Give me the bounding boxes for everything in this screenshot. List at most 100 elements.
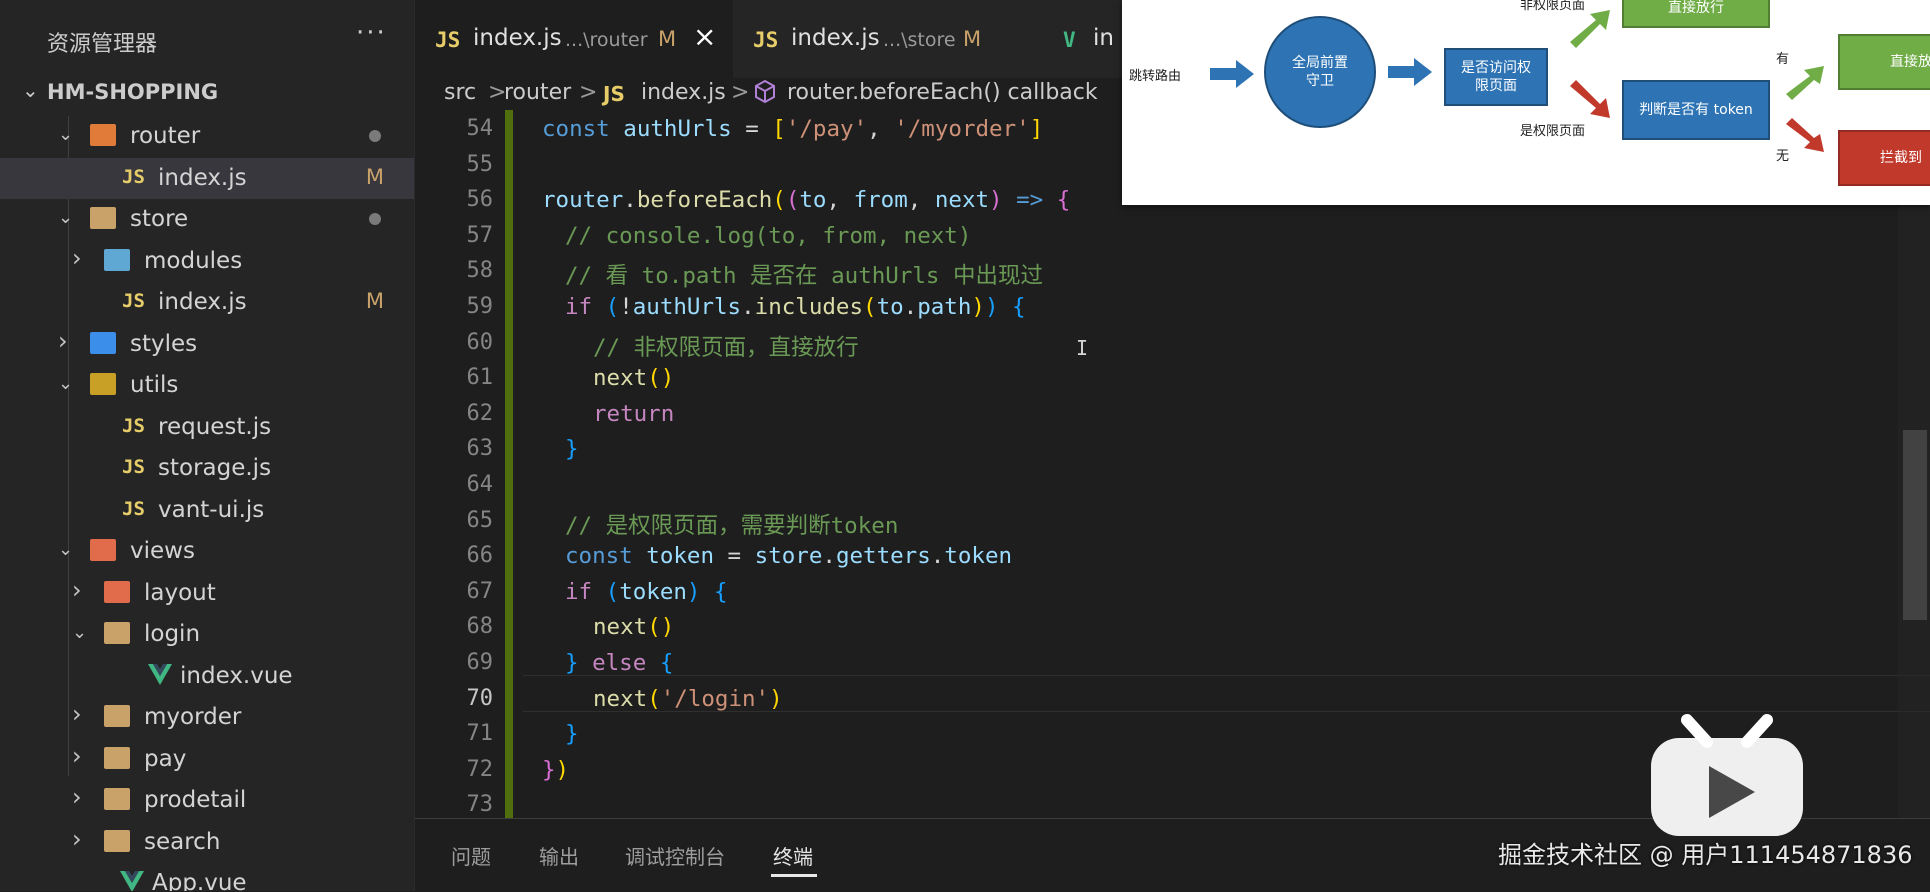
scrollbar-thumb[interactable]: [1903, 430, 1927, 620]
code-text: const token = store.getters.token: [565, 543, 1013, 570]
line-number: 69: [466, 650, 494, 675]
file-tree: ⌄ router JS index.js M ⌄ store › modules JS index.…: [0, 116, 414, 891]
tree-item-layout[interactable]: › layout: [0, 573, 414, 615]
flow-node-guard: 全局前置守卫: [1264, 16, 1376, 128]
tree-item-label: styles: [130, 330, 198, 357]
folder-icon: [104, 580, 130, 603]
tree-item-request-js[interactable]: JS request.js: [0, 407, 414, 449]
tree-item-label: pay: [144, 745, 187, 772]
chevron-right-icon[interactable]: ›: [72, 783, 82, 811]
close-tab-icon[interactable]: ×: [693, 20, 716, 53]
tree-item-index-js[interactable]: JS index.js M: [0, 282, 414, 324]
arrow-down-right-icon: [1784, 118, 1826, 160]
chevron-down-icon[interactable]: ⌄: [58, 124, 73, 145]
code-line: 62 return: [415, 395, 1930, 431]
js-file-icon: JS: [435, 28, 461, 52]
tree-item-label: login: [144, 621, 201, 647]
line-number: 61: [466, 365, 494, 391]
tree-item-store[interactable]: ⌄ store: [0, 199, 414, 241]
js-file-icon: JS: [122, 414, 145, 437]
tree-item-pay[interactable]: › pay: [0, 739, 414, 781]
breadcrumb-file[interactable]: index.js: [641, 80, 726, 105]
tree-item-views[interactable]: ⌄ views: [0, 531, 414, 573]
line-number: 55: [466, 151, 494, 177]
folder-icon: [104, 248, 130, 271]
folder-icon: [90, 331, 116, 354]
code-line: 69} else {: [415, 644, 1930, 680]
flow-node-intercept: 拦截到: [1838, 130, 1930, 186]
modified-badge: M: [963, 27, 982, 51]
tab-router-index[interactable]: JS index.js ...\router M ×: [415, 0, 733, 78]
tree-item-App-vue[interactable]: App.vue: [0, 863, 414, 891]
chevron-right-icon[interactable]: ›: [72, 576, 82, 604]
tree-item-index-js[interactable]: JS index.js M: [0, 157, 414, 199]
breadcrumb-symbol[interactable]: router.beforeEach() callback: [787, 80, 1098, 105]
code-text: const authUrls = ['/pay', '/myorder']: [542, 116, 1044, 142]
tab-problems[interactable]: 问题: [451, 841, 491, 870]
code-comment: // 非权限页面，直接放行: [593, 334, 859, 361]
tree-item-label: storage.js: [158, 455, 272, 481]
project-root[interactable]: ⌄ HM-SHOPPING: [0, 78, 414, 104]
arrow-right-icon: [1388, 58, 1432, 90]
tab-filename: in: [1093, 25, 1114, 51]
code-line: 63}: [415, 430, 1930, 466]
tree-item-modules[interactable]: › modules: [0, 241, 414, 283]
modified-badge: M: [365, 289, 384, 313]
js-file-icon: JS: [753, 28, 779, 52]
more-actions-icon[interactable]: ···: [356, 18, 387, 48]
chevron-right-icon[interactable]: ›: [72, 742, 82, 770]
tree-item-label: myorder: [144, 704, 242, 730]
arrow-up-right-icon: [1568, 6, 1612, 54]
active-tab-indicator: [771, 874, 817, 877]
tree-item-search[interactable]: › search: [0, 822, 414, 864]
tree-item-vant-ui-js[interactable]: JS vant-ui.js: [0, 490, 414, 532]
tree-item-label: views: [130, 538, 195, 564]
folder-icon: [90, 373, 116, 395]
breadcrumb-src[interactable]: src: [444, 80, 476, 105]
chevron-right-icon[interactable]: ›: [72, 825, 82, 853]
code-line: 64: [415, 466, 1930, 502]
tree-item-styles[interactable]: › styles: [0, 324, 414, 366]
chevron-down-icon[interactable]: ⌄: [58, 207, 73, 228]
line-number: 68: [466, 614, 494, 640]
tab-output[interactable]: 输出: [539, 841, 579, 870]
chevron-right-icon[interactable]: ›: [72, 700, 82, 728]
modified-dot-icon: [369, 213, 381, 225]
chevron-down-icon[interactable]: ⌄: [58, 373, 73, 394]
tree-item-storage-js[interactable]: JS storage.js: [0, 448, 414, 490]
arrow-right-icon: [1210, 60, 1254, 92]
code-line: 67 if (token) {: [415, 573, 1930, 609]
chevron-right-icon[interactable]: ›: [58, 327, 68, 355]
flow-label-jump: 跳转路由: [1129, 69, 1182, 84]
flow-node-token-check: 判断是否有 token: [1622, 80, 1770, 140]
chevron-right-icon[interactable]: ›: [72, 244, 82, 272]
tab-terminal[interactable]: 终端: [773, 841, 813, 870]
tree-item-router[interactable]: ⌄ router: [0, 116, 414, 158]
flow-node-pass: 直接放: [1838, 34, 1930, 90]
tree-item-label: vant-ui.js: [158, 496, 265, 523]
tab-vue[interactable]: V in: [1043, 0, 1123, 78]
tree-item-index-vue[interactable]: index.vue: [0, 656, 414, 698]
mouse-text-cursor: I: [1076, 336, 1089, 360]
tab-store-index[interactable]: JS index.js ...\store M: [733, 0, 1043, 78]
folder-icon: [104, 788, 130, 810]
tree-item-label: modules: [144, 247, 243, 274]
js-file-icon: JS: [122, 497, 145, 520]
tab-debug-console[interactable]: 调试控制台: [625, 841, 725, 870]
chevron-down-icon[interactable]: ⌄: [72, 622, 87, 643]
tree-item-prodetail[interactable]: › prodetail: [0, 780, 414, 822]
tree-item-utils[interactable]: ⌄ utils: [0, 365, 414, 407]
chevron-down-icon[interactable]: ⌄: [58, 539, 73, 560]
breadcrumb-router[interactable]: router: [504, 80, 571, 105]
tab-filename: index.js: [791, 25, 880, 51]
code-text: }): [542, 756, 570, 783]
tree-item-login[interactable]: ⌄ login: [0, 614, 414, 656]
chevron-down-icon[interactable]: ⌄: [22, 78, 39, 102]
code-line: 66 const token = store.getters.token: [415, 537, 1930, 573]
tree-item-label: search: [144, 828, 221, 855]
flow-node-token-check-text: 判断是否有 token: [1639, 102, 1753, 118]
tree-item-myorder[interactable]: › myorder: [0, 697, 414, 739]
line-number: 58: [466, 258, 494, 284]
line-number: 66: [466, 543, 494, 569]
code-text: router.beforeEach((to, from, next) => {: [542, 187, 1071, 214]
